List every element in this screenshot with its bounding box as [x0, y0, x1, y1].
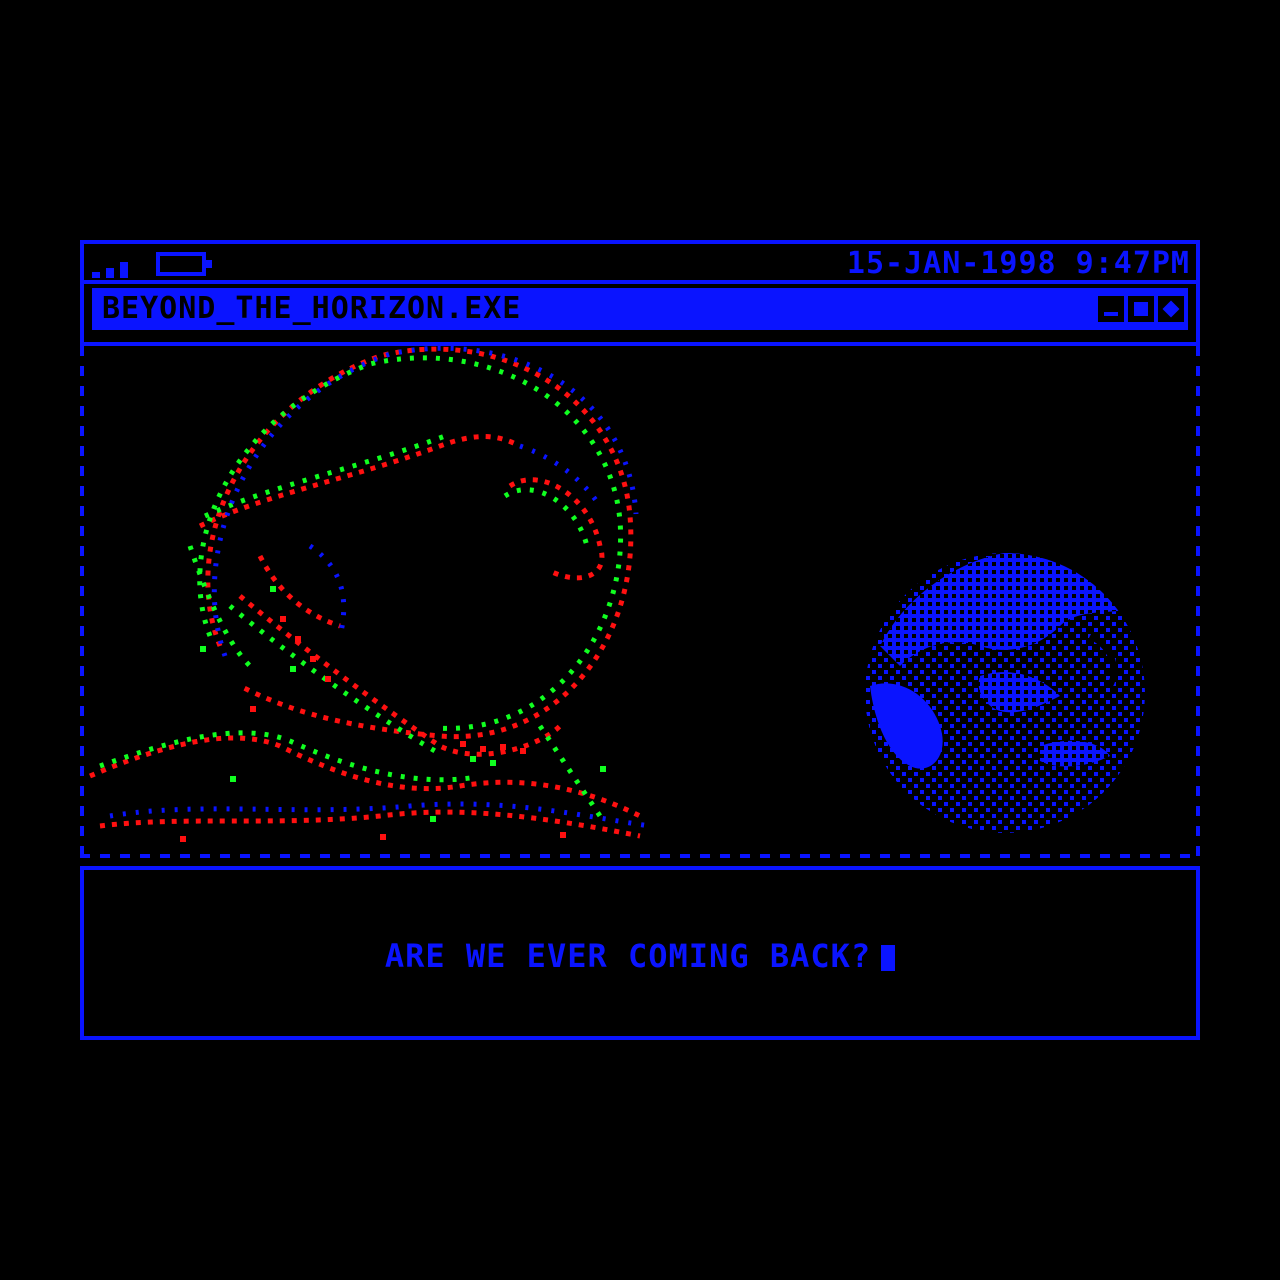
- close-button[interactable]: [1158, 296, 1184, 322]
- window-title: BEYOND_THE_HORIZON.EXE: [102, 291, 522, 326]
- dialog-box: ARE WE EVER COMING BACK?: [80, 866, 1200, 1040]
- scene-art: [89, 346, 1145, 842]
- maximize-icon: [1134, 302, 1148, 316]
- earth-illustration: [865, 553, 1145, 833]
- minimize-button[interactable]: [1098, 296, 1124, 322]
- dialog-message: ARE WE EVER COMING BACK?: [384, 937, 872, 975]
- signal-bars-icon: [92, 258, 136, 278]
- dialog-message-line: ARE WE EVER COMING BACK?: [84, 936, 1196, 976]
- status-datetime: 15-JAN-1998 9:47PM: [846, 246, 1190, 281]
- battery-icon: [156, 252, 212, 276]
- window-titlebar-frame: BEYOND_THE_HORIZON.EXE: [80, 280, 1200, 346]
- status-bar: 15-JAN-1998 9:47PM: [80, 240, 1200, 284]
- app-window: 15-JAN-1998 9:47PM BEYOND_THE_HORIZON.EX…: [80, 240, 1200, 1040]
- maximize-button[interactable]: [1128, 296, 1154, 322]
- close-icon: [1162, 300, 1180, 318]
- text-cursor-icon: [881, 945, 896, 971]
- minimize-icon: [1104, 312, 1118, 316]
- astronaut-helmet-illustration: [89, 346, 651, 842]
- window-titlebar[interactable]: BEYOND_THE_HORIZON.EXE: [92, 288, 1188, 330]
- scene-viewport: [80, 346, 1200, 858]
